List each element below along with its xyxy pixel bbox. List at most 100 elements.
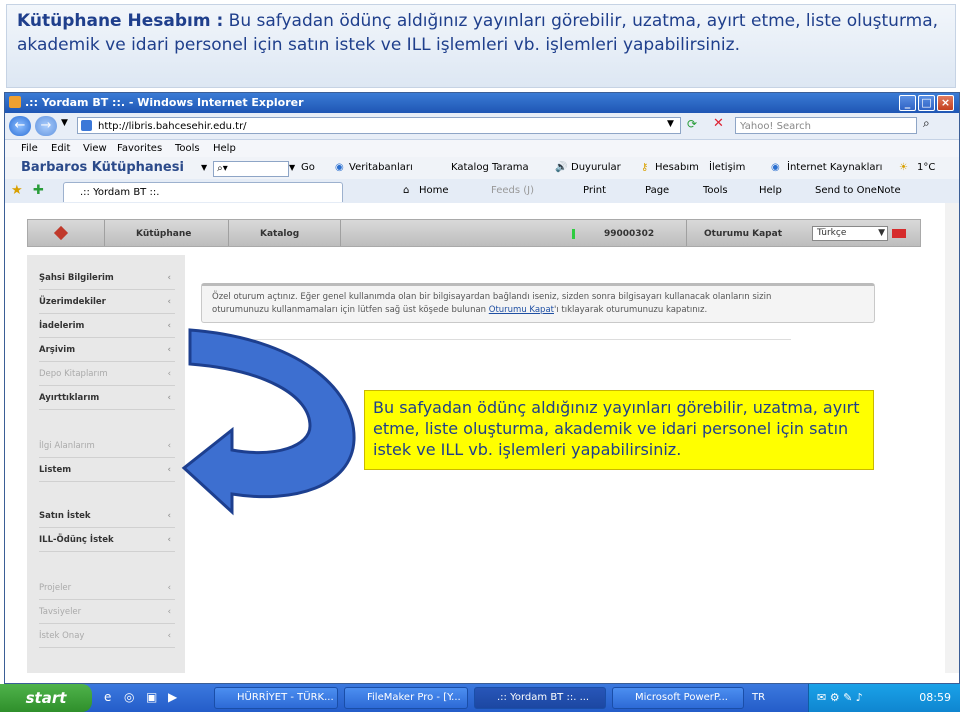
menu-view[interactable]: View	[83, 140, 107, 157]
sidebar-item[interactable]: Arşivim ‹	[39, 339, 175, 362]
sidebar-item[interactable]: İlgi Alanlarım ‹	[39, 435, 175, 458]
nav-kutuphane[interactable]: Kütüphane	[136, 220, 191, 248]
quicklaunch-ie-icon[interactable]: e	[104, 690, 111, 704]
ie-icon	[9, 96, 21, 108]
address-input[interactable]: http://libris.bahcesehir.edu.tr/	[77, 117, 681, 134]
sidebar-item[interactable]: Depo Kitaplarım ‹	[39, 363, 175, 386]
link-iletisim[interactable]: İletişim	[709, 157, 745, 179]
history-dropdown-icon[interactable]: ▼	[61, 118, 68, 128]
quicklaunch-media-icon[interactable]: ▶	[168, 690, 177, 704]
chevron-left-icon: ‹	[167, 631, 171, 641]
chevron-left-icon: ‹	[167, 465, 171, 475]
command-bar: ★ ✚ .:: Yordam BT ::. ⌂ Home Feeds (J) P…	[5, 179, 959, 204]
start-label: start	[25, 689, 67, 707]
tray-icons[interactable]: ✉ ⚙ ✎ ♪	[817, 691, 863, 704]
sidebar-item[interactable]: Üzerimdekiler ‹	[39, 291, 175, 314]
notice-pre: oturumunuzu kullanmamaları için lütfen s…	[212, 305, 489, 315]
cmd-print[interactable]: Print	[583, 179, 606, 203]
chevron-left-icon: ‹	[167, 535, 171, 545]
quicklaunch-app-icon[interactable]: ▣	[146, 690, 157, 704]
address-bar-row: ← → ▼ http://libris.bahcesehir.edu.tr/ ▼…	[5, 113, 959, 140]
menu-edit[interactable]: Edit	[51, 140, 70, 157]
cmd-tools[interactable]: Tools	[703, 179, 728, 203]
sidebar-item[interactable]: Projeler ‹	[39, 577, 175, 600]
library-toolbar: Barbaros Kütüphanesi ▼ ⌕▾ ▼ Go ◉ Veritab…	[5, 157, 959, 180]
nav-katalog[interactable]: Katalog	[260, 220, 299, 248]
nav-divider	[228, 220, 229, 246]
input-language[interactable]: TR	[752, 684, 765, 712]
sidebar-item-label: Tavsiyeler	[39, 607, 82, 617]
toolbar-search-dropdown-icon[interactable]: ▼	[289, 157, 295, 179]
toolbar-search-input[interactable]: ⌕▾	[213, 161, 289, 177]
search-icon[interactable]: ⌕	[923, 116, 930, 131]
status-indicator	[572, 229, 575, 239]
close-button[interactable]: ×	[937, 95, 954, 111]
link-hesabim[interactable]: Hesabım	[655, 157, 699, 179]
info-callout: Bu safyadan ödünç aldığınız yayınları gö…	[364, 390, 874, 470]
search-input[interactable]: Yahoo! Search	[735, 117, 917, 134]
sidebar-item[interactable]: ILL-Ödünç İstek ‹	[39, 529, 175, 552]
task-yordam[interactable]: .:: Yordam BT ::. ...	[474, 687, 606, 709]
home-icon[interactable]: ⌂	[403, 179, 409, 203]
cmd-feeds[interactable]: Feeds (J)	[491, 179, 534, 203]
minimize-button[interactable]: _	[899, 95, 916, 111]
speaker-icon: 🔊	[555, 162, 568, 173]
library-brand[interactable]: Barbaros Kütüphanesi	[21, 157, 184, 179]
chevron-left-icon: ‹	[167, 511, 171, 521]
address-dropdown-icon[interactable]: ▼	[667, 119, 674, 129]
link-katalog-tarama[interactable]: Katalog Tarama	[451, 157, 529, 179]
library-top-nav: Kütüphane Katalog 99000302 Oturumu Kapat…	[27, 219, 921, 247]
start-button[interactable]: start	[0, 684, 92, 712]
sidebar-item[interactable]: İstek Onay ‹	[39, 625, 175, 648]
language-select[interactable]: Türkçe ▼	[812, 226, 888, 241]
window-titlebar: .:: Yordam BT ::. - Windows Internet Exp…	[5, 93, 959, 113]
cmd-onenote[interactable]: Send to OneNote	[815, 179, 901, 203]
brand-dropdown-icon[interactable]: ▼	[201, 157, 207, 179]
sidebar-item[interactable]: Ayırttıklarım ‹	[39, 387, 175, 410]
logout-link[interactable]: Oturumu Kapat	[704, 220, 782, 248]
menu-tools[interactable]: Tools	[175, 140, 200, 157]
chevron-left-icon: ‹	[167, 369, 171, 379]
sidebar-item[interactable]: Tavsiyeler ‹	[39, 601, 175, 624]
sidebar-item[interactable]: Listem ‹	[39, 459, 175, 482]
cmd-home[interactable]: Home	[419, 179, 449, 203]
chevron-down-icon: ▼	[878, 228, 885, 238]
link-duyurular[interactable]: Duyurular	[571, 157, 621, 179]
notice-line-1: Özel oturum açtınız. Eğer genel kullanım…	[212, 292, 772, 302]
nav-user-id: 99000302	[604, 229, 655, 239]
go-button[interactable]: Go	[301, 157, 315, 179]
cmd-help[interactable]: Help	[759, 179, 782, 203]
cmd-page[interactable]: Page	[645, 179, 669, 203]
link-internet-kaynaklari[interactable]: İnternet Kaynakları	[787, 157, 882, 179]
refresh-icon[interactable]: ⟳	[687, 117, 697, 131]
menu-favorites[interactable]: Favorites	[117, 140, 162, 157]
sidebar-item-label: ILL-Ödünç İstek	[39, 535, 114, 545]
menu-help[interactable]: Help	[213, 140, 236, 157]
chevron-left-icon: ‹	[167, 393, 171, 403]
forward-button[interactable]: →	[35, 116, 57, 136]
sidebar-item[interactable]: İadelerim ‹	[39, 315, 175, 338]
sidebar-item-label: Ayırttıklarım	[39, 393, 100, 403]
task-hurriyet[interactable]: HÜRRİYET - TÜRK...	[214, 687, 338, 709]
task-filemaker[interactable]: FileMaker Pro - [Y...	[344, 687, 468, 709]
browser-tab[interactable]: .:: Yordam BT ::.	[63, 182, 343, 202]
favorites-star-icon[interactable]: ★	[11, 179, 23, 203]
notice-logout-link[interactable]: Oturumu Kapat	[489, 305, 554, 315]
chevron-left-icon: ‹	[167, 273, 171, 283]
stop-icon[interactable]: ✕	[713, 116, 724, 131]
maximize-button[interactable]: □	[918, 95, 935, 111]
quicklaunch-browser-icon[interactable]: ◎	[124, 690, 134, 704]
sidebar-item[interactable]: Şahsi Bilgilerim ‹	[39, 267, 175, 290]
key-icon: ⚷	[641, 162, 649, 173]
nav-divider	[340, 220, 341, 246]
sidebar-item-label: İlgi Alanlarım	[39, 441, 95, 451]
menu-bar: File Edit View Favorites Tools Help	[5, 140, 959, 157]
task-powerpoint[interactable]: Microsoft PowerP...	[612, 687, 744, 709]
menu-file[interactable]: File	[21, 140, 38, 157]
sidebar-item[interactable]: Satın İstek ‹	[39, 505, 175, 528]
add-favorites-icon[interactable]: ✚	[33, 179, 44, 203]
sidebar-item-label: Projeler	[39, 583, 72, 593]
link-veritabanlari[interactable]: Veritabanları	[349, 157, 413, 179]
back-button[interactable]: ←	[9, 116, 31, 136]
scrollbar[interactable]	[945, 203, 959, 673]
